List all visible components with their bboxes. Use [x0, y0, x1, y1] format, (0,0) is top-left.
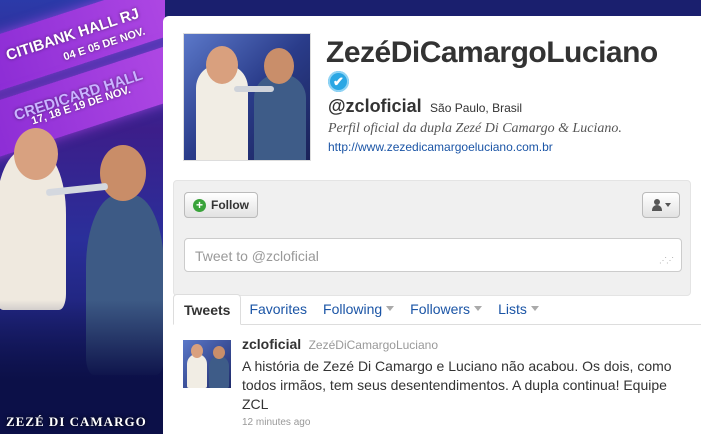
tab-following-label: Following — [323, 300, 383, 317]
tab-following[interactable]: Following — [315, 293, 402, 324]
verified-icon: ✔ — [328, 71, 349, 92]
tweet-username[interactable]: zcloficial — [242, 336, 301, 352]
tweet-avatar-figure-1 — [187, 354, 207, 388]
tab-tweets-label: Tweets — [184, 301, 231, 318]
tweet-avatar-head-1 — [191, 344, 203, 358]
user-actions-dropdown[interactable] — [642, 192, 680, 218]
profile-panel: ZezéDiCamargoLuciano ✔ @zcloficial São P… — [163, 16, 701, 434]
tweet-avatar-figure-2 — [209, 356, 229, 388]
background-banner: CITIBANK HALL RJ 04 E 05 DE NOV. CREDICA… — [0, 0, 165, 434]
profile-avatar[interactable] — [183, 33, 311, 161]
singer-head-1 — [14, 128, 58, 180]
tab-followers[interactable]: Followers — [402, 293, 490, 324]
profile-url-link[interactable]: http://www.zezedicamargoeluciano.com.br — [328, 140, 553, 154]
profile-tabs: Tweets Favorites Following Followers Lis… — [173, 294, 701, 325]
profile-header: ZezéDiCamargoLuciano ✔ @zcloficial São P… — [163, 16, 701, 180]
profile-fullname: ZezéDiCamargoLuciano — [326, 36, 658, 69]
profile-screen-name: @zcloficial — [328, 96, 422, 116]
tab-favorites[interactable]: Favorites — [241, 293, 315, 324]
tab-followers-label: Followers — [410, 300, 471, 317]
tweet-timestamp[interactable]: 12 minutes ago — [242, 417, 692, 428]
tab-tweets[interactable]: Tweets — [173, 294, 242, 325]
avatar-microphone — [234, 86, 274, 92]
follow-button[interactable]: + Follow — [184, 192, 258, 218]
tweet-input-placeholder: Tweet to @zcloficial — [195, 248, 319, 264]
tweet-avatar-head-2 — [213, 346, 225, 359]
tab-lists-label: Lists — [498, 300, 527, 317]
avatar-head-2 — [264, 48, 294, 84]
tweet-display-name: ZezéDiCamargoLuciano — [308, 338, 438, 352]
tab-favorites-label: Favorites — [249, 300, 308, 317]
avatar-head-1 — [206, 46, 238, 84]
banner-brand: ZEZÉ DI CAMARGO — [6, 414, 147, 429]
screen-name-line: @zcloficial São Paulo, Brasil — [328, 96, 522, 117]
resize-grip-icon[interactable]: ⋰⋰ — [659, 256, 674, 265]
tweet-avatar[interactable] — [183, 340, 231, 388]
follow-label: Follow — [211, 198, 249, 212]
action-box: + Follow Tweet to @zcloficial ⋰⋰ — [173, 180, 691, 296]
profile-bio: Perfil oficial da dupla Zezé Di Camargo … — [328, 121, 622, 136]
tweet-text: A história de Zezé Di Camargo e Luciano … — [242, 358, 672, 412]
chevron-down-icon — [530, 306, 539, 311]
chevron-down-icon — [474, 306, 483, 311]
profile-location: São Paulo, Brasil — [430, 101, 523, 115]
tab-lists[interactable]: Lists — [490, 293, 547, 324]
person-icon — [651, 199, 663, 211]
singer-head-2 — [100, 145, 146, 201]
tweet-header: zcloficial ZezéDiCamargoLuciano — [242, 336, 692, 354]
tweet-body: zcloficial ZezéDiCamargoLuciano A histór… — [242, 336, 692, 428]
tweet-to-input[interactable]: Tweet to @zcloficial ⋰⋰ — [184, 238, 682, 272]
chevron-down-icon — [386, 306, 395, 311]
caret-down-icon — [665, 203, 671, 207]
plus-icon: + — [193, 198, 206, 212]
